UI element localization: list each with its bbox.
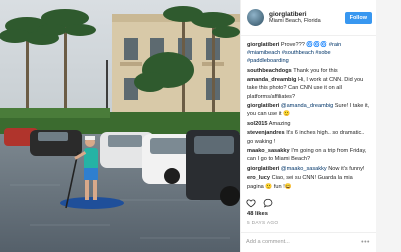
post-date: 5 DAYS AGO — [247, 221, 279, 226]
comment-item: amanda_dreambig Hi, I work at CNN. Did y… — [247, 76, 370, 100]
comments-list: giorglatiberi Prove??? 🌀🌀🌀 #rain #miamib… — [241, 36, 376, 194]
comment-username[interactable]: giorglatiberi — [247, 166, 279, 172]
instagram-post-window: giorglatiberi Miami Beach, Florida Follo… — [0, 0, 401, 252]
flooded-street-photo — [0, 0, 240, 252]
comment-text: Thank you for this — [293, 67, 338, 74]
comment-username[interactable]: southbeachdogs — [247, 68, 292, 74]
comment-username[interactable]: stevenjandres — [247, 130, 285, 136]
add-comment-field[interactable]: Add a comment... ••• — [240, 232, 376, 252]
comment-item: ero_lucy Ciao, sei su CNN! Guarda la mia… — [247, 174, 370, 190]
comment-item: southbeachdogs Thank you for this — [247, 67, 370, 75]
comment-username[interactable]: ero_lucy — [247, 175, 270, 181]
follow-button[interactable]: Follow — [344, 11, 372, 24]
comment-item: stevenjandres It's 6 inches high.. so dr… — [247, 129, 370, 145]
comment-item: sol2015 Amazing — [247, 120, 370, 128]
comment-username[interactable]: giorglatiberi — [247, 42, 279, 48]
add-comment-placeholder: Add a comment... — [246, 239, 290, 245]
comment-text: Amazing — [268, 120, 291, 127]
post-actions — [246, 198, 273, 208]
page-margin — [376, 0, 401, 252]
post-author-info: giorglatiberi Miami Beach, Florida — [269, 11, 345, 24]
avatar[interactable] — [247, 9, 264, 26]
comment-mention[interactable]: @amanda_dreambig — [281, 103, 333, 109]
comment-item: giorglatiberi @amanda_dreambig Sure! I t… — [247, 102, 370, 118]
comment-item: maako_sasakky I'm going on a trip from F… — [247, 147, 370, 163]
comment-username[interactable]: sol2015 — [247, 121, 268, 127]
comment-username[interactable]: amanda_dreambig — [247, 77, 296, 83]
speech-bubble-icon[interactable] — [263, 198, 273, 208]
comment-item: giorglatiberi @maako_sasakky Now it's fu… — [247, 165, 370, 173]
post-header: giorglatiberi Miami Beach, Florida Follo… — [241, 0, 376, 36]
comment-username[interactable]: giorglatiberi — [247, 103, 279, 109]
location-link[interactable]: Miami Beach, Florida — [269, 18, 345, 24]
comment-item: giorglatiberi Prove??? 🌀🌀🌀 #rain #miamib… — [247, 41, 370, 65]
heart-icon[interactable] — [246, 198, 256, 208]
post-photo[interactable] — [0, 0, 240, 252]
more-options-icon[interactable]: ••• — [361, 239, 370, 246]
comment-username[interactable]: maako_sasakky — [247, 148, 290, 154]
comment-text: Prove??? 🌀🌀🌀 — [280, 42, 329, 48]
comment-text: Now it's funny! — [328, 165, 365, 172]
username-link[interactable]: giorglatiberi — [269, 11, 345, 18]
comment-mention[interactable]: @maako_sasakky — [281, 166, 327, 172]
likes-count[interactable]: 48 likes — [247, 211, 268, 217]
